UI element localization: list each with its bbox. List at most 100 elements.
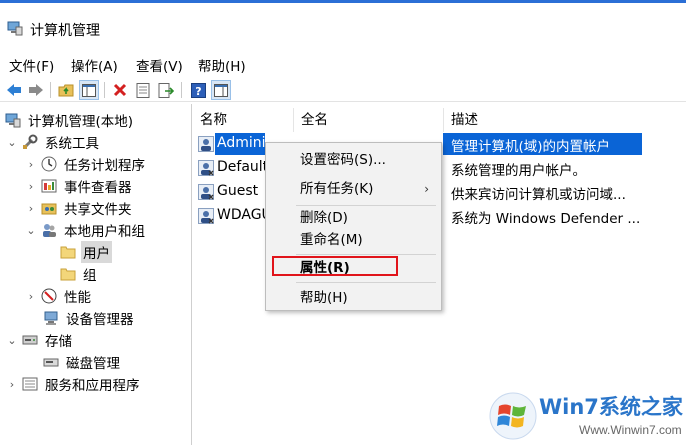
column-header-fullname[interactable]: 全名 <box>294 108 444 132</box>
export-icon[interactable] <box>156 80 176 100</box>
menu-action[interactable]: 操作(A) <box>71 55 118 75</box>
clock-icon <box>40 156 57 172</box>
menu-help[interactable]: 帮助(H) <box>198 55 246 75</box>
navigation-tree: 计算机管理(本地) ⌄ 系统工具 › 任务计划程序 › 事件查看器 › 共享文件… <box>0 104 192 445</box>
device-manager-icon <box>42 310 59 326</box>
tree-item-disk-management[interactable]: 磁盘管理 <box>42 352 122 372</box>
folder-icon <box>59 244 76 260</box>
context-menu: 设置密码(S)... 所有任务(K) › 删除(D) 重命名(M) 属性(R) … <box>265 142 442 311</box>
performance-icon <box>40 288 57 304</box>
tree-label: 存储 <box>45 334 72 350</box>
tree-item-local-users-groups[interactable]: ⌄ 本地用户和组 <box>25 220 147 241</box>
menu-file[interactable]: 文件(F) <box>9 55 54 75</box>
windows-logo-icon <box>489 392 537 440</box>
column-header-description[interactable]: 描述 <box>444 108 686 132</box>
toolbar-separator <box>50 82 51 98</box>
menu-separator <box>296 254 436 255</box>
watermark: Win7系统之家 Www.Winwin7.com <box>487 388 683 443</box>
menu-item-delete[interactable]: 删除(D) <box>266 207 441 229</box>
tree-item-performance[interactable]: › 性能 <box>25 286 93 306</box>
services-icon <box>21 376 38 392</box>
up-folder-icon[interactable] <box>56 80 76 100</box>
tree-item-system-tools[interactable]: ⌄ 系统工具 <box>6 132 101 152</box>
tools-icon <box>21 134 38 150</box>
event-viewer-icon <box>40 178 57 194</box>
menu-view[interactable]: 查看(V) <box>136 55 183 75</box>
user-icon <box>198 160 214 176</box>
tree-label: 性能 <box>64 290 91 306</box>
menu-separator <box>296 282 436 283</box>
chevron-right-icon[interactable]: › <box>6 378 18 391</box>
chevron-down-icon[interactable]: ⌄ <box>6 136 18 149</box>
window-title: 计算机管理 <box>30 23 100 39</box>
tree-label: 本地用户和组 <box>64 224 145 240</box>
row-name: Default <box>217 159 269 175</box>
tree-label: 系统工具 <box>45 136 99 152</box>
forward-icon[interactable] <box>26 80 46 100</box>
chevron-down-icon[interactable]: ⌄ <box>25 224 37 237</box>
toolbar-separator <box>181 82 182 98</box>
tree-label: 用户 <box>81 241 112 263</box>
tree-item-users[interactable]: 用户 <box>59 241 112 263</box>
row-description: 系统为 Windows Defender ... <box>451 211 641 227</box>
row-description: 管理计算机(域)的内置帐户 <box>451 139 611 155</box>
tree-item-task-scheduler[interactable]: › 任务计划程序 <box>25 154 147 174</box>
toolbar: ? <box>0 78 686 102</box>
tree-item-groups[interactable]: 组 <box>59 264 99 284</box>
tree-label: 计算机管理(本地) <box>28 114 134 130</box>
tree-item-root[interactable]: 计算机管理(本地) <box>4 110 135 130</box>
tree-label: 任务计划程序 <box>64 158 145 174</box>
watermark-url: Www.Winwin7.com <box>579 423 682 437</box>
menu-item-help[interactable]: 帮助(H) <box>266 287 441 309</box>
menu-item-set-password[interactable]: 设置密码(S)... <box>266 149 441 171</box>
row-description: 供来宾访问计算机或访问域... <box>451 187 626 203</box>
menu-item-all-tasks[interactable]: 所有任务(K) › <box>266 178 441 200</box>
chevron-right-icon[interactable]: › <box>25 290 37 303</box>
storage-icon <box>21 332 38 348</box>
user-icon <box>198 136 214 152</box>
column-header-name[interactable]: 名称 <box>193 108 294 132</box>
users-group-icon <box>40 222 57 238</box>
tree-label: 磁盘管理 <box>66 356 120 372</box>
computer-management-icon <box>7 21 23 36</box>
tree-item-shared-folders[interactable]: › 共享文件夹 <box>25 198 134 219</box>
tree-label: 服务和应用程序 <box>45 378 140 394</box>
shared-folder-icon <box>40 200 57 216</box>
user-icon <box>198 184 214 200</box>
row-name: Guest <box>217 183 259 199</box>
chevron-down-icon[interactable]: ⌄ <box>6 334 18 347</box>
back-icon[interactable] <box>4 80 24 100</box>
title-bar: 计算机管理 <box>0 0 686 50</box>
svg-text:?: ? <box>195 85 201 98</box>
tree-label: 共享文件夹 <box>64 202 132 218</box>
menu-item-rename[interactable]: 重命名(M) <box>266 229 441 251</box>
folder-icon <box>59 266 76 282</box>
delete-icon[interactable] <box>110 80 130 100</box>
row-description: 系统管理的用户帐户。 <box>451 163 586 179</box>
chevron-right-icon[interactable]: › <box>25 180 37 193</box>
tree-label: 设备管理器 <box>66 312 134 328</box>
toolbar-separator <box>104 82 105 98</box>
tree-label: 事件查看器 <box>64 180 132 196</box>
help-icon[interactable]: ? <box>188 80 208 100</box>
chevron-right-icon[interactable]: › <box>25 202 37 215</box>
computer-management-icon <box>4 112 21 128</box>
chevron-right-icon[interactable]: › <box>25 158 37 171</box>
properties-icon[interactable] <box>133 80 153 100</box>
disk-icon <box>42 354 59 370</box>
console-icon[interactable] <box>211 80 231 100</box>
watermark-brand: Win7系统之家 <box>539 395 683 419</box>
tree-item-device-manager[interactable]: 设备管理器 <box>42 308 136 328</box>
tree-label: 组 <box>83 268 97 284</box>
menu-item-label: 所有任务(K) <box>300 181 374 197</box>
row-name: WDAGU <box>217 207 272 223</box>
chevron-right-icon: › <box>424 182 429 196</box>
tree-item-storage[interactable]: ⌄ 存储 <box>6 330 74 351</box>
tree-item-event-viewer[interactable]: › 事件查看器 <box>25 176 134 196</box>
annotation-highlight-box <box>272 256 398 276</box>
menu-bar: 文件(F) 操作(A) 查看(V) 帮助(H) <box>0 52 686 76</box>
user-icon <box>198 208 214 224</box>
menu-separator <box>296 205 436 206</box>
tree-item-services[interactable]: › 服务和应用程序 <box>6 374 142 394</box>
show-tree-icon[interactable] <box>79 80 99 100</box>
